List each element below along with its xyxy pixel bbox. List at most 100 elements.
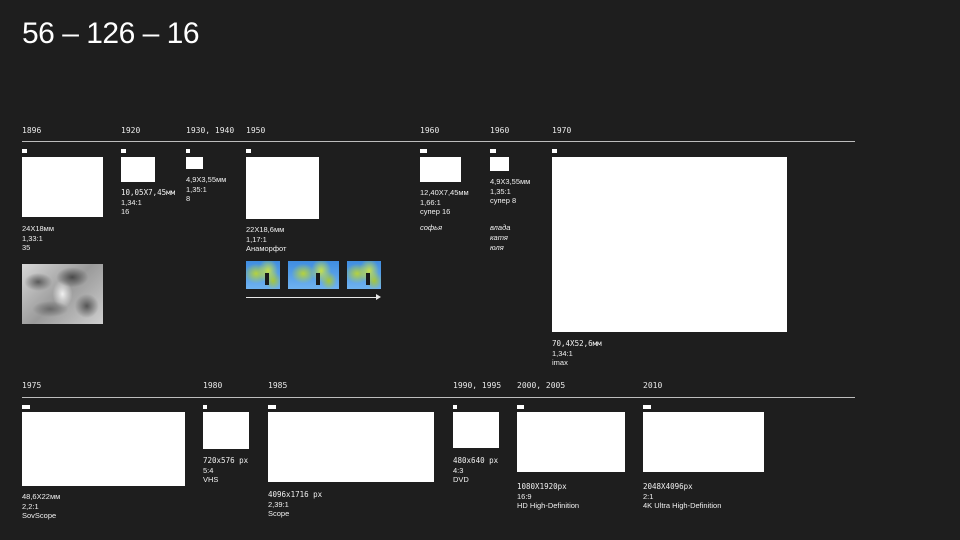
format-name: 8 <box>186 194 191 203</box>
format-name: DVD <box>453 475 469 484</box>
format-info-imax: 70,4X52,6мм 1,34:1 imax <box>552 339 602 368</box>
format-size: 12,40X7,45мм <box>420 188 469 197</box>
format-size: 4,9X3,55мм <box>186 175 227 184</box>
arrow-line <box>246 297 376 298</box>
frame-imax <box>552 157 787 332</box>
timeline-marker <box>643 405 651 409</box>
format-info-16mm: 10,05X7,45мм 1,34:1 16 <box>121 188 175 217</box>
tree-image-squeezed <box>246 261 280 289</box>
format-info-hd: 1080X1920px 16:9 HD High-Definition <box>517 482 579 511</box>
timeline-marker <box>453 405 457 409</box>
format-size: 10,05X7,45мм <box>121 188 176 197</box>
format-info-super8: 4,9X3,55мм 1,35:1 супер 8 <box>490 177 530 206</box>
year-1920: 1920 <box>121 126 141 135</box>
timeline-marker <box>121 149 126 153</box>
format-ratio: 5:4 <box>203 465 214 475</box>
tree-image-squeezed <box>347 261 381 289</box>
frame-super8 <box>490 157 509 171</box>
format-info-35mm: 24X18мм 1,33:1 35 <box>22 224 54 253</box>
format-name: SovScope <box>22 511 57 520</box>
frame-hd <box>517 412 625 472</box>
format-size: 2048X4096px <box>643 482 693 491</box>
format-ratio: 2,2:1 <box>22 501 39 511</box>
format-size: 4,9X3,55мм <box>490 177 531 186</box>
format-info-scope: 4096x1716 px 2,39:1 Scope <box>268 490 322 519</box>
format-size: 480x640 px <box>453 456 499 465</box>
timeline-marker <box>268 405 276 409</box>
people-list-super16: софья <box>420 223 442 233</box>
format-ratio: 16:9 <box>517 491 532 501</box>
format-size: 4096x1716 px <box>268 490 323 499</box>
format-name: супер 8 <box>490 196 517 205</box>
format-info-anamorphic: 22X18,6мм 1,17:1 Анаморфот <box>246 225 286 254</box>
format-ratio: 1,17:1 <box>246 234 267 244</box>
format-name: 35 <box>22 243 31 252</box>
frame-4k <box>643 412 764 472</box>
format-ratio: 4:3 <box>453 465 464 475</box>
frame-dvd <box>453 412 499 448</box>
person-name: софья <box>420 223 443 232</box>
timeline-rule-row1 <box>22 141 855 142</box>
format-name: 16 <box>121 207 130 216</box>
timeline-marker <box>246 149 251 153</box>
format-name: VHS <box>203 475 219 484</box>
year-1960-b: 1960 <box>490 126 510 135</box>
timeline-marker <box>22 405 30 409</box>
format-info-vhs: 720x576 px 5:4 VHS <box>203 456 248 485</box>
format-size: 720x576 px <box>203 456 249 465</box>
format-size: 24X18мм <box>22 224 54 233</box>
frame-scope <box>268 412 434 482</box>
format-size: 1080X1920px <box>517 482 567 491</box>
tree-image-wide <box>288 261 339 289</box>
timeline-marker <box>22 149 27 153</box>
format-name: HD High-Definition <box>517 501 580 510</box>
format-info-8mm: 4,9X3,55мм 1,35:1 8 <box>186 175 226 204</box>
frame-35mm <box>22 157 103 217</box>
year-1985: 1985 <box>268 381 288 390</box>
format-ratio: 1,35:1 <box>490 186 511 196</box>
frame-super16 <box>420 157 461 182</box>
person-name: катя <box>490 233 508 242</box>
format-name: 4K Ultra High-Definition <box>643 501 722 510</box>
year-2010: 2010 <box>643 381 663 390</box>
format-ratio: 2:1 <box>643 491 654 501</box>
timeline-marker <box>420 149 427 153</box>
frame-16mm <box>121 157 155 182</box>
frame-anamorphic <box>246 157 319 219</box>
year-1960-a: 1960 <box>420 126 440 135</box>
format-ratio: 1,66:1 <box>420 197 441 207</box>
format-name: Анаморфот <box>246 244 287 253</box>
format-ratio: 1,34:1 <box>552 348 573 358</box>
format-size: 48,6X22мм <box>22 492 61 501</box>
format-info-super16: 12,40X7,45мм 1,66:1 супер 16 <box>420 188 469 217</box>
format-name: imax <box>552 358 568 367</box>
timeline-marker <box>203 405 207 409</box>
person-name: юля <box>490 243 504 252</box>
format-name: супер 16 <box>420 207 451 216</box>
person-name: влада <box>490 223 511 232</box>
arrow-right-icon <box>376 294 381 300</box>
timeline-rule-row2 <box>22 397 855 398</box>
format-size: 70,4X52,6мм <box>552 339 602 348</box>
people-list-super8: влада катя юля <box>490 223 510 253</box>
frame-sovscope <box>22 412 185 486</box>
year-1975: 1975 <box>22 381 42 390</box>
grayscale-texture-image <box>22 264 103 324</box>
year-1990-1995: 1990, 1995 <box>453 381 502 390</box>
page-title: 56 – 126 – 16 <box>22 17 200 50</box>
format-ratio: 1,34:1 <box>121 197 142 207</box>
format-info-sovscope: 48,6X22мм 2,2:1 SovScope <box>22 492 60 521</box>
format-info-4k: 2048X4096px 2:1 4K Ultra High-Definition <box>643 482 721 511</box>
year-1930-1940: 1930, 1940 <box>186 126 235 135</box>
year-1970: 1970 <box>552 126 572 135</box>
timeline-marker <box>186 149 190 153</box>
timeline-marker <box>517 405 524 409</box>
year-2000-2005: 2000, 2005 <box>517 381 566 390</box>
timeline-marker <box>552 149 557 153</box>
frame-vhs <box>203 412 249 449</box>
format-size: 22X18,6мм <box>246 225 285 234</box>
format-ratio: 1,35:1 <box>186 184 207 194</box>
format-ratio: 1,33:1 <box>22 233 43 243</box>
timeline-marker <box>490 149 496 153</box>
year-1980: 1980 <box>203 381 223 390</box>
